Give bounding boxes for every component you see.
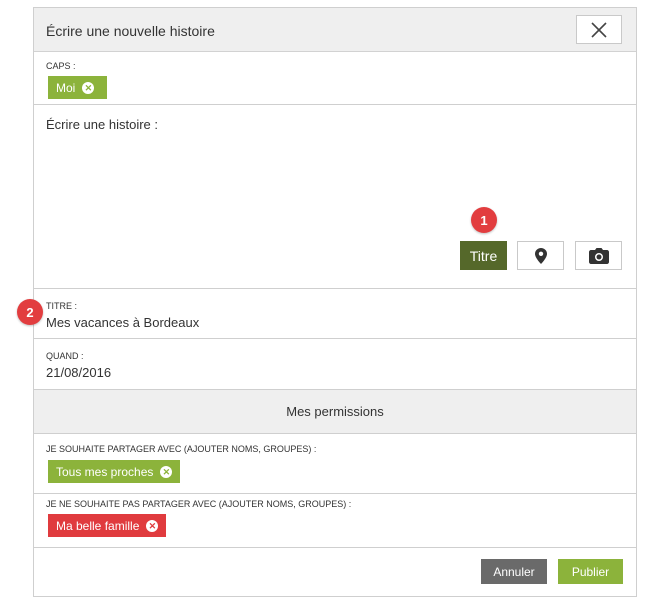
share-label: JE SOUHAITE PARTAGER AVEC (AJOUTER NOMS,… xyxy=(46,444,317,454)
titre-section[interactable]: TITRE : Mes vacances à Bordeaux xyxy=(34,289,636,339)
map-pin-icon xyxy=(534,247,547,264)
caps-chip[interactable]: Moi ✕ xyxy=(48,76,107,99)
story-section[interactable]: Écrire une histoire : Titre xyxy=(34,105,636,289)
permissions-header: Mes permissions xyxy=(34,390,636,434)
caps-chip-label: Moi xyxy=(56,80,76,95)
noshare-section[interactable]: JE NE SOUHAITE PAS PARTAGER AVEC (AJOUTE… xyxy=(34,494,636,548)
noshare-chip-label: Ma belle famille xyxy=(56,518,140,533)
caps-section: CAPS : Moi ✕ xyxy=(34,52,636,105)
dialog-header: Écrire une nouvelle histoire xyxy=(34,8,636,52)
dialog-title: Écrire une nouvelle histoire xyxy=(46,23,215,39)
close-button[interactable] xyxy=(576,15,622,44)
annotation-badge-1: 1 xyxy=(471,207,497,233)
noshare-label: JE NE SOUHAITE PAS PARTAGER AVEC (AJOUTE… xyxy=(46,499,352,509)
publish-button[interactable]: Publier xyxy=(558,559,623,584)
close-icon xyxy=(591,21,607,38)
remove-icon[interactable]: ✕ xyxy=(160,465,173,478)
dialog-footer: Annuler Publier xyxy=(34,548,636,597)
location-button[interactable] xyxy=(517,241,564,270)
remove-icon[interactable]: ✕ xyxy=(82,81,95,94)
annotation-badge-2: 2 xyxy=(17,299,43,325)
share-section[interactable]: JE SOUHAITE PARTAGER AVEC (AJOUTER NOMS,… xyxy=(34,434,636,494)
titre-value[interactable]: Mes vacances à Bordeaux xyxy=(46,315,199,330)
new-story-dialog: Écrire une nouvelle histoire CAPS : Moi … xyxy=(33,7,637,597)
camera-icon xyxy=(588,247,609,264)
story-label: Écrire une histoire : xyxy=(46,117,158,132)
camera-button[interactable] xyxy=(575,241,622,270)
share-chip[interactable]: Tous mes proches ✕ xyxy=(48,460,181,483)
titre-button[interactable]: Titre xyxy=(460,241,507,270)
quand-label: QUAND : xyxy=(46,351,84,361)
quand-value[interactable]: 21/08/2016 xyxy=(46,365,111,380)
quand-section[interactable]: QUAND : 21/08/2016 xyxy=(34,339,636,390)
share-chip-label: Tous mes proches xyxy=(56,464,154,479)
caps-label: CAPS : xyxy=(46,61,76,71)
permissions-title: Mes permissions xyxy=(286,404,384,419)
titre-label: TITRE : xyxy=(46,301,77,311)
remove-icon[interactable]: ✕ xyxy=(146,519,159,532)
noshare-chip[interactable]: Ma belle famille ✕ xyxy=(48,514,167,537)
cancel-button[interactable]: Annuler xyxy=(481,559,547,584)
